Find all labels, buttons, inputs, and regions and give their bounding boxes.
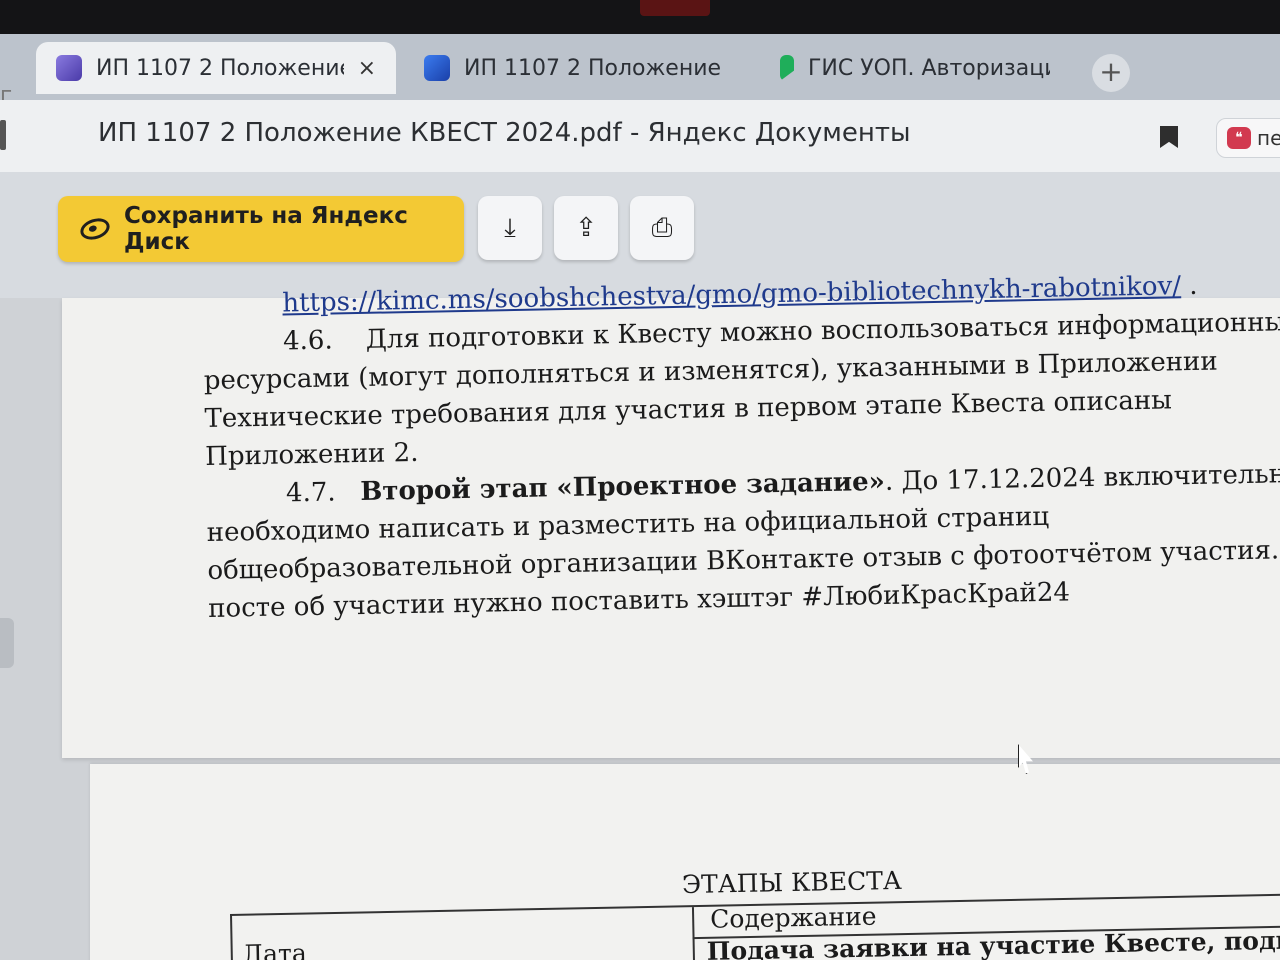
document-icon xyxy=(56,55,82,81)
document-text: https://kimc.ms/soobshchestva/gmo/gmo-bi… xyxy=(202,265,1280,628)
link-tail: . xyxy=(1180,270,1198,302)
yandex-disk-icon xyxy=(77,214,113,244)
document-icon xyxy=(424,55,450,81)
screen-bezel xyxy=(0,0,1280,34)
clause-number: 4.6. xyxy=(282,325,333,357)
tab-label: ГИС УОП. Авторизация xyxy=(808,55,1050,81)
table-divider xyxy=(691,907,696,960)
close-icon[interactable]: × xyxy=(358,56,376,81)
document-page: https://kimc.ms/soobshchestva/gmo/gmo-bi… xyxy=(62,271,1280,758)
print-button[interactable]: ⎙ xyxy=(630,196,694,260)
address-bar: ИП 1107 2 Положение КВЕСТ 2024.pdf - Янд… xyxy=(0,100,1280,172)
tab-label: ИП 1107 2 Положение КВ xyxy=(464,55,724,81)
bezel-indicator xyxy=(640,0,710,16)
gis-flag-icon xyxy=(780,55,794,81)
back-icon[interactable] xyxy=(0,120,6,150)
document-viewport[interactable]: https://kimc.ms/soobshchestva/gmo/gmo-bi… xyxy=(0,271,1280,960)
stages-table: Дата Содержание Подача заявки на участие… xyxy=(230,892,1280,960)
tab-strip: Г ИП 1107 2 Положение × ИП 1107 2 Положе… xyxy=(0,34,1280,110)
sidebar-handle[interactable] xyxy=(0,618,14,668)
quote-icon: ❝ xyxy=(1227,127,1251,149)
clause-heading: Второй этап «Проектное задание» xyxy=(360,466,886,507)
clause-text: . До 17.12.2024 включительно xyxy=(884,458,1280,497)
table-header-date: Дата xyxy=(242,938,308,960)
section-heading: ЭТАПЫ КВЕСТА xyxy=(681,865,903,900)
tab-document-2[interactable]: ИП 1107 2 Положение КВ xyxy=(404,42,744,94)
tab-gis-auth[interactable]: ГИС УОП. Авторизация xyxy=(760,42,1070,94)
print-icon: ⎙ xyxy=(651,212,673,243)
bookmark-icon[interactable] xyxy=(1160,126,1178,148)
extension-button[interactable]: ❝ пе xyxy=(1216,118,1280,158)
share-icon: ⇪ xyxy=(575,213,597,243)
table-header-content: Содержание xyxy=(709,901,877,934)
new-tab-button[interactable]: + xyxy=(1092,54,1130,92)
download-button[interactable]: ⤓ xyxy=(478,196,542,260)
clause-number: 4.7. xyxy=(285,477,336,509)
share-button[interactable]: ⇪ xyxy=(554,196,618,260)
tab-active-document[interactable]: ИП 1107 2 Положение × xyxy=(36,42,396,94)
extension-label: пе xyxy=(1257,126,1280,150)
save-button-label: Сохранить на Яндекс Диск xyxy=(124,203,408,255)
download-icon: ⤓ xyxy=(504,212,516,243)
document-page-2: ЭТАПЫ КВЕСТА Дата Содержание Подача заяв… xyxy=(90,764,1280,960)
tab-label: ИП 1107 2 Положение xyxy=(96,55,344,81)
page-title[interactable]: ИП 1107 2 Положение КВЕСТ 2024.pdf - Янд… xyxy=(98,118,911,148)
save-to-yandex-disk-button[interactable]: Сохранить на Яндекс Диск xyxy=(58,196,464,262)
